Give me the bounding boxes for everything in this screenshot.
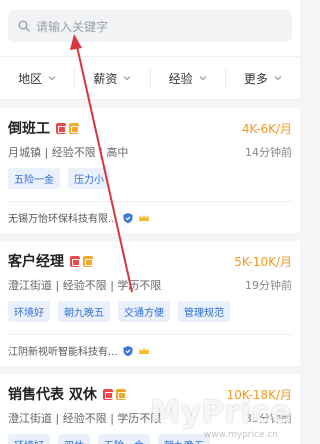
watermark-url: www.myprice.cn xyxy=(203,430,278,440)
filter-more[interactable]: 更多 xyxy=(226,68,300,88)
job-tag: 五险一金 xyxy=(8,168,60,189)
job-card[interactable]: 客户经理 5K-10K/月 澄江街道 | 经验不限 | 学历不限 19分钟前 环… xyxy=(0,241,300,366)
shield-icon xyxy=(123,345,133,356)
job-tag: 管理规范 xyxy=(178,301,230,322)
watermark: MyPrice xyxy=(150,395,292,430)
crown-icon xyxy=(138,214,149,221)
job-tag: 压力小 xyxy=(68,168,110,189)
filter-bar: 地区 薪资 经验 更多 xyxy=(0,56,300,100)
filter-label: 经验 xyxy=(168,71,193,86)
job-tag: 五险一金 xyxy=(98,434,150,444)
company-name: 无锡万怡环保科技有限... xyxy=(8,214,118,225)
search-bar: 请输入关键字 xyxy=(0,0,300,56)
company-row[interactable]: 江阴新视听智能科技有... xyxy=(8,334,292,366)
job-salary: 5K-10K/月 xyxy=(234,254,292,269)
filter-label: 地区 xyxy=(18,71,43,86)
shield-icon xyxy=(123,212,133,223)
job-title: 客户经理 xyxy=(8,254,64,270)
job-title: 倒班工 xyxy=(8,121,50,137)
job-card[interactable]: 倒班工 4K-6K/月 月城镇 | 经验不限 | 高中 14分钟前 五险一金 压… xyxy=(0,108,300,233)
job-tag: 交通方便 xyxy=(118,301,170,322)
job-tags: 环境好 朝九晚五 交通方便 管理规范 xyxy=(8,301,292,322)
chevron-down-icon xyxy=(274,76,282,81)
filter-label: 薪资 xyxy=(93,71,118,86)
chevron-down-icon xyxy=(123,76,131,81)
job-tag: 双休 xyxy=(58,434,90,444)
job-tag: 环境好 xyxy=(8,301,50,322)
job-time: 14分钟前 xyxy=(245,146,292,159)
job-salary: 4K-6K/月 xyxy=(241,121,292,136)
job-time: 19分钟前 xyxy=(245,279,292,292)
filter-experience[interactable]: 经验 xyxy=(151,68,226,88)
filter-salary[interactable]: 薪资 xyxy=(75,68,151,88)
search-input[interactable]: 请输入关键字 xyxy=(8,10,292,42)
job-title: 销售代表 双休 xyxy=(8,387,97,403)
filter-label: 更多 xyxy=(243,71,268,86)
job-meta: 月城镇 | 经验不限 | 高中 xyxy=(8,146,129,159)
verified-badge-icon xyxy=(56,122,66,134)
chevron-down-icon xyxy=(48,76,56,81)
chevron-down-icon xyxy=(199,76,207,81)
job-tag: 朝九晚五 xyxy=(58,301,110,322)
job-meta: 澄江街道 | 经验不限 | 学历不限 xyxy=(8,412,162,425)
premium-badge-icon xyxy=(115,388,126,400)
search-placeholder: 请输入关键字 xyxy=(36,19,109,34)
job-tags: 五险一金 压力小 xyxy=(8,168,292,189)
job-meta: 澄江街道 | 经验不限 | 学历不限 xyxy=(8,279,162,292)
search-icon xyxy=(18,20,30,32)
premium-badge-icon xyxy=(83,255,93,267)
premium-badge-icon xyxy=(69,122,79,134)
crown-icon xyxy=(138,347,149,354)
verified-badge-icon xyxy=(70,255,80,267)
company-name: 江阴新视听智能科技有... xyxy=(8,347,118,358)
verified-badge-icon xyxy=(102,388,113,400)
company-row[interactable]: 无锡万怡环保科技有限... xyxy=(8,201,292,233)
filter-region[interactable]: 地区 xyxy=(0,68,76,88)
job-tag: 朝九晚五 xyxy=(158,434,210,444)
job-tag: 环境好 xyxy=(8,434,50,444)
